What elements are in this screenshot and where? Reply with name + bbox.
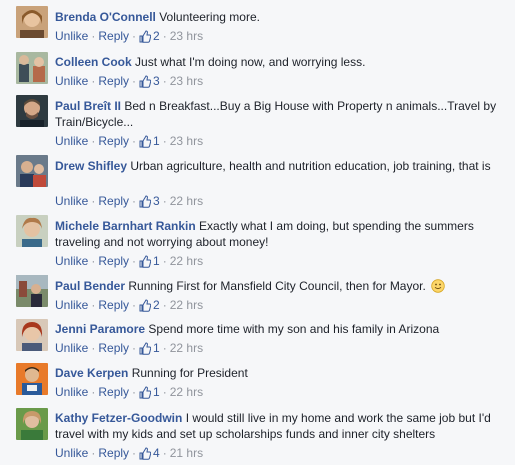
thumbs-up-icon — [139, 195, 152, 208]
like-count[interactable]: 1 — [139, 134, 160, 148]
comment-time[interactable]: 22 hrs — [170, 341, 203, 355]
comment-actions: Unlike · Reply · 1 · 22 hrs — [55, 341, 204, 355]
comment-text: Bed n Breakfast...Buy a Big House with P… — [55, 99, 497, 129]
unlike-link[interactable]: Unlike — [55, 254, 88, 268]
like-count[interactable]: 1 — [139, 254, 160, 268]
comment-text: Spend more time with my son and his fami… — [148, 322, 440, 336]
like-count[interactable]: 3 — [139, 194, 160, 208]
comment-author[interactable]: Paul Breît II — [55, 99, 121, 113]
comment-author[interactable]: Colleen Cook — [55, 55, 132, 69]
comment-time[interactable]: 22 hrs — [170, 254, 203, 268]
comment-time[interactable]: 22 hrs — [170, 194, 203, 208]
avatar[interactable] — [16, 215, 48, 247]
like-count[interactable]: 4 — [139, 446, 160, 460]
comment-author[interactable]: Brenda O'Connell — [55, 10, 156, 24]
avatar[interactable] — [16, 6, 48, 38]
thumbs-up-icon — [139, 135, 152, 148]
comment-time[interactable]: 22 hrs — [170, 385, 203, 399]
comment-text: Running for President — [131, 366, 248, 380]
unlike-link[interactable]: Unlike — [55, 446, 88, 460]
comment-text: Urban agriculture, health and nutrition … — [130, 159, 491, 173]
avatar[interactable] — [16, 408, 48, 440]
comment-actions: Unlike · Reply · 1 · 22 hrs — [55, 254, 204, 268]
unlike-link[interactable]: Unlike — [55, 341, 88, 355]
thumbs-up-icon — [139, 386, 152, 399]
comment-author[interactable]: Dave Kerpen — [55, 366, 128, 380]
unlike-link[interactable]: Unlike — [55, 74, 88, 88]
like-count[interactable]: 2 — [139, 29, 160, 43]
like-count[interactable]: 2 — [139, 298, 160, 312]
thumbs-up-icon — [139, 447, 152, 460]
comment-text: Just what I'm doing now, and worrying le… — [135, 55, 366, 69]
thumbs-up-icon — [139, 30, 152, 43]
avatar[interactable] — [16, 363, 48, 395]
reply-link[interactable]: Reply — [98, 341, 129, 355]
comment-time[interactable]: 22 hrs — [170, 298, 203, 312]
reply-link[interactable]: Reply — [98, 194, 129, 208]
avatar[interactable] — [16, 95, 48, 127]
comment-text: Volunteering more. — [159, 10, 260, 24]
comment-actions: Unlike · Reply · 2 · 22 hrs — [55, 298, 204, 312]
thumbs-up-icon — [139, 255, 152, 268]
comment-time[interactable]: 23 hrs — [170, 134, 203, 148]
comment-text: Running First for Mansfield City Council… — [128, 279, 426, 293]
avatar[interactable] — [16, 52, 48, 84]
comment-author[interactable]: Paul Bender — [55, 279, 125, 293]
comment-list: Brenda O'Connell Volunteering more. Unli… — [0, 0, 515, 465]
comment-actions: Unlike · Reply · 1 · 22 hrs — [55, 385, 204, 399]
comment-actions: Unlike · Reply · 3 · 23 hrs — [55, 74, 204, 88]
comment-actions: Unlike · Reply · 4 · 21 hrs — [55, 446, 204, 460]
comment-author[interactable]: Jenni Paramore — [55, 322, 145, 336]
comment-author[interactable]: Drew Shifley — [55, 159, 127, 173]
reply-link[interactable]: Reply — [98, 29, 129, 43]
comment-actions: Unlike · Reply · 1 · 23 hrs — [55, 134, 204, 148]
thumbs-up-icon — [139, 342, 152, 355]
like-count[interactable]: 1 — [139, 341, 160, 355]
comment-time[interactable]: 23 hrs — [170, 74, 203, 88]
comment-time[interactable]: 23 hrs — [170, 29, 203, 43]
unlike-link[interactable]: Unlike — [55, 194, 88, 208]
reply-link[interactable]: Reply — [98, 298, 129, 312]
comment-actions: Unlike · Reply · 3 · 22 hrs — [55, 194, 204, 208]
unlike-link[interactable]: Unlike — [55, 298, 88, 312]
avatar[interactable] — [16, 155, 48, 187]
unlike-link[interactable]: Unlike — [55, 134, 88, 148]
smile-emoji-icon — [431, 279, 445, 293]
unlike-link[interactable]: Unlike — [55, 29, 88, 43]
thumbs-up-icon — [139, 299, 152, 312]
comment-author[interactable]: Kathy Fetzer-Goodwin — [55, 411, 182, 425]
comment-time[interactable]: 21 hrs — [170, 446, 203, 460]
thumbs-up-icon — [139, 75, 152, 88]
reply-link[interactable]: Reply — [98, 254, 129, 268]
reply-link[interactable]: Reply — [98, 446, 129, 460]
avatar[interactable] — [16, 275, 48, 307]
comment-author[interactable]: Michele Barnhart Rankin — [55, 219, 196, 233]
like-count[interactable]: 3 — [139, 74, 160, 88]
reply-link[interactable]: Reply — [98, 385, 129, 399]
comment-actions: Unlike · Reply · 2 · 23 hrs — [55, 29, 204, 43]
avatar[interactable] — [16, 319, 48, 351]
unlike-link[interactable]: Unlike — [55, 385, 88, 399]
reply-link[interactable]: Reply — [98, 74, 129, 88]
like-count[interactable]: 1 — [139, 385, 160, 399]
reply-link[interactable]: Reply — [98, 134, 129, 148]
